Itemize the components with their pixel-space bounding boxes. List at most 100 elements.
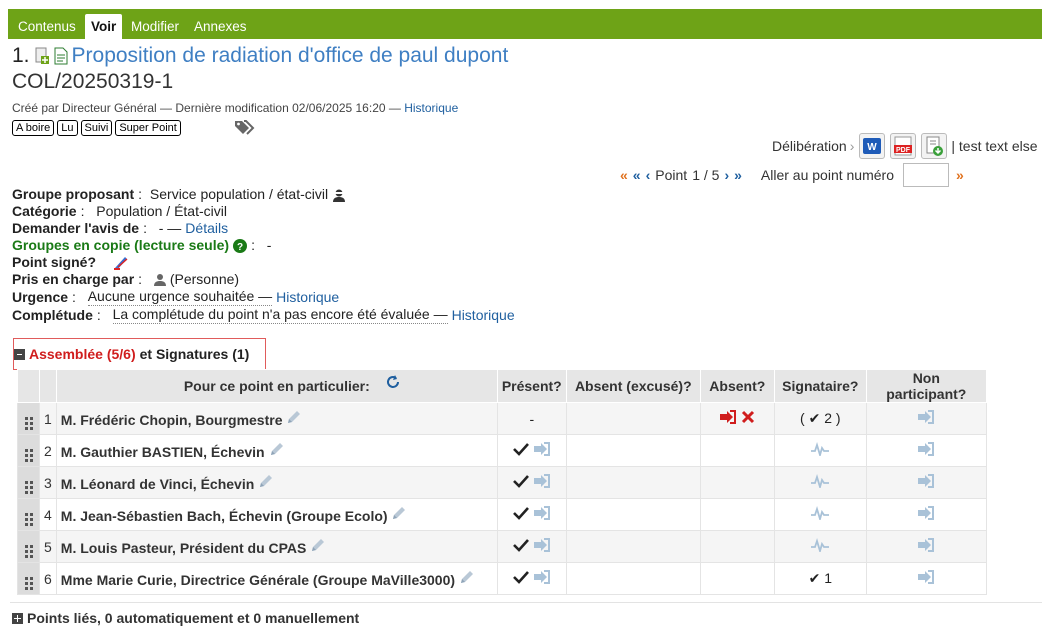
absent-cell[interactable]	[699, 434, 775, 467]
drag-handle[interactable]	[17, 562, 40, 595]
signed-state-icon[interactable]	[112, 255, 130, 271]
item-fields: Groupe proposant: Service population / é…	[12, 186, 515, 324]
history-link[interactable]: Historique	[404, 101, 458, 115]
tab-contenus[interactable]: Contenus	[12, 14, 82, 39]
non-participant-icon[interactable]	[917, 570, 935, 584]
word-export-button[interactable]: W	[859, 133, 886, 159]
urgence-history-link[interactable]: Historique	[276, 289, 339, 306]
absent-cell[interactable]	[699, 466, 775, 499]
next-page-icon[interactable]: »	[734, 167, 742, 183]
field-label: Pris en charge par	[12, 271, 135, 287]
completude-history-link[interactable]: Historique	[452, 307, 515, 324]
label-lu[interactable]: Lu	[57, 120, 78, 136]
non-participant-cell[interactable]	[865, 402, 987, 435]
excused-cell[interactable]	[565, 434, 701, 467]
non-participant-icon[interactable]	[917, 538, 935, 552]
edit-pencil-icon[interactable]	[310, 537, 326, 553]
signature-icon[interactable]	[810, 506, 830, 520]
signature-icon[interactable]	[810, 538, 830, 552]
edit-pencil-icon[interactable]	[269, 441, 285, 457]
drag-handle[interactable]	[17, 466, 40, 499]
field-value[interactable]: Aucune urgence souhaitée —	[87, 288, 273, 306]
check-icon	[512, 506, 529, 520]
tab-annexes[interactable]: Annexes	[188, 14, 253, 39]
absent-out-icon[interactable]	[719, 410, 737, 424]
tags-icon[interactable]	[234, 119, 256, 138]
edit-pencil-icon[interactable]	[286, 409, 302, 425]
assembly-toggle[interactable]: Assemblée (5/6) et Signatures (1)	[13, 338, 266, 370]
signature-icon[interactable]	[810, 442, 830, 456]
next-point-icon[interactable]: ›	[724, 167, 729, 183]
absent-cell[interactable]	[699, 530, 775, 563]
goto-point-icon[interactable]: »	[956, 167, 964, 183]
non-participant-cell[interactable]	[865, 530, 987, 563]
previous-point-icon[interactable]: ‹	[646, 167, 651, 183]
set-absent-icon[interactable]	[533, 570, 551, 584]
set-absent-icon[interactable]	[533, 506, 551, 520]
set-absent-icon[interactable]	[533, 442, 551, 456]
attendee-name: M. Gauthier BASTIEN, Échevin	[60, 444, 265, 460]
item-title-link[interactable]: Proposition de radiation d'office de pau…	[72, 44, 509, 68]
absent-cell[interactable]	[699, 498, 775, 531]
excused-cell[interactable]	[565, 402, 701, 435]
non-participant-icon[interactable]	[917, 474, 935, 488]
signatory-cell[interactable]	[773, 466, 867, 499]
field-completude: Complétude: La complétude du point n'a p…	[12, 306, 515, 324]
set-absent-icon[interactable]	[533, 474, 551, 488]
edit-pencil-icon[interactable]	[391, 505, 407, 521]
signatory-cell[interactable]	[773, 530, 867, 563]
present-cell[interactable]	[496, 530, 567, 563]
signatory-cell[interactable]	[773, 498, 867, 531]
previous-page-icon[interactable]: «	[633, 167, 641, 183]
excused-cell[interactable]	[565, 562, 701, 595]
table-header-row: Pour ce point en particulier: Présent? A…	[17, 369, 987, 403]
first-point-icon[interactable]: «	[620, 167, 628, 183]
linked-points-toggle[interactable]: Points liés, 0 automatiquement et 0 manu…	[12, 610, 359, 626]
field-value[interactable]: La complétude du point n'a pas encore ét…	[112, 306, 448, 324]
drag-handle[interactable]	[17, 530, 40, 563]
non-participant-icon[interactable]	[917, 410, 935, 424]
goto-point-input[interactable]	[902, 163, 949, 187]
download-document-button[interactable]	[921, 133, 948, 159]
non-participant-cell[interactable]	[865, 466, 987, 499]
details-link[interactable]: Détails	[185, 220, 228, 237]
label-suivi[interactable]: Suivi	[80, 120, 113, 136]
tab-modifier[interactable]: Modifier	[125, 14, 185, 39]
set-absent-icon[interactable]	[533, 538, 551, 552]
item-meta: Créé par Directeur Général — Dernière mo…	[12, 101, 458, 115]
signature-icon[interactable]	[810, 474, 830, 488]
edit-pencil-icon[interactable]	[258, 473, 274, 489]
point-label: Point	[655, 167, 688, 183]
label-super-point[interactable]: Super Point	[115, 120, 181, 136]
absent-cell[interactable]	[699, 402, 775, 435]
present-cell[interactable]	[496, 498, 567, 531]
present-cell[interactable]	[496, 466, 567, 499]
refresh-icon[interactable]	[385, 374, 401, 390]
non-participant-cell[interactable]	[865, 434, 987, 467]
tab-voir[interactable]: Voir	[85, 14, 123, 39]
excused-cell[interactable]	[565, 498, 701, 531]
excused-cell[interactable]	[565, 530, 701, 563]
row-number: 4	[39, 498, 57, 531]
non-participant-cell[interactable]	[865, 562, 987, 595]
edit-pencil-icon[interactable]	[459, 569, 475, 585]
drag-handle[interactable]	[17, 402, 40, 435]
drag-handle[interactable]	[17, 434, 40, 467]
present-cell[interactable]: -	[496, 402, 567, 435]
non-participant-cell[interactable]	[865, 498, 987, 531]
drag-handle[interactable]	[17, 498, 40, 531]
close-icon[interactable]	[741, 410, 755, 424]
help-icon[interactable]: ?	[233, 238, 248, 253]
pdf-export-button[interactable]: PDF	[890, 133, 917, 159]
label-a-boire[interactable]: A boire	[12, 120, 55, 136]
present-cell[interactable]	[496, 434, 567, 467]
non-participant-icon[interactable]	[917, 506, 935, 520]
signatory-cell[interactable]: ( ✔ 2 )	[773, 402, 867, 435]
signatory-cell[interactable]: ✔ 1	[773, 562, 867, 595]
absent-cell[interactable]	[699, 562, 775, 595]
agent-icon	[332, 188, 346, 202]
signatory-cell[interactable]	[773, 434, 867, 467]
excused-cell[interactable]	[565, 466, 701, 499]
present-cell[interactable]	[496, 562, 567, 595]
non-participant-icon[interactable]	[917, 442, 935, 456]
